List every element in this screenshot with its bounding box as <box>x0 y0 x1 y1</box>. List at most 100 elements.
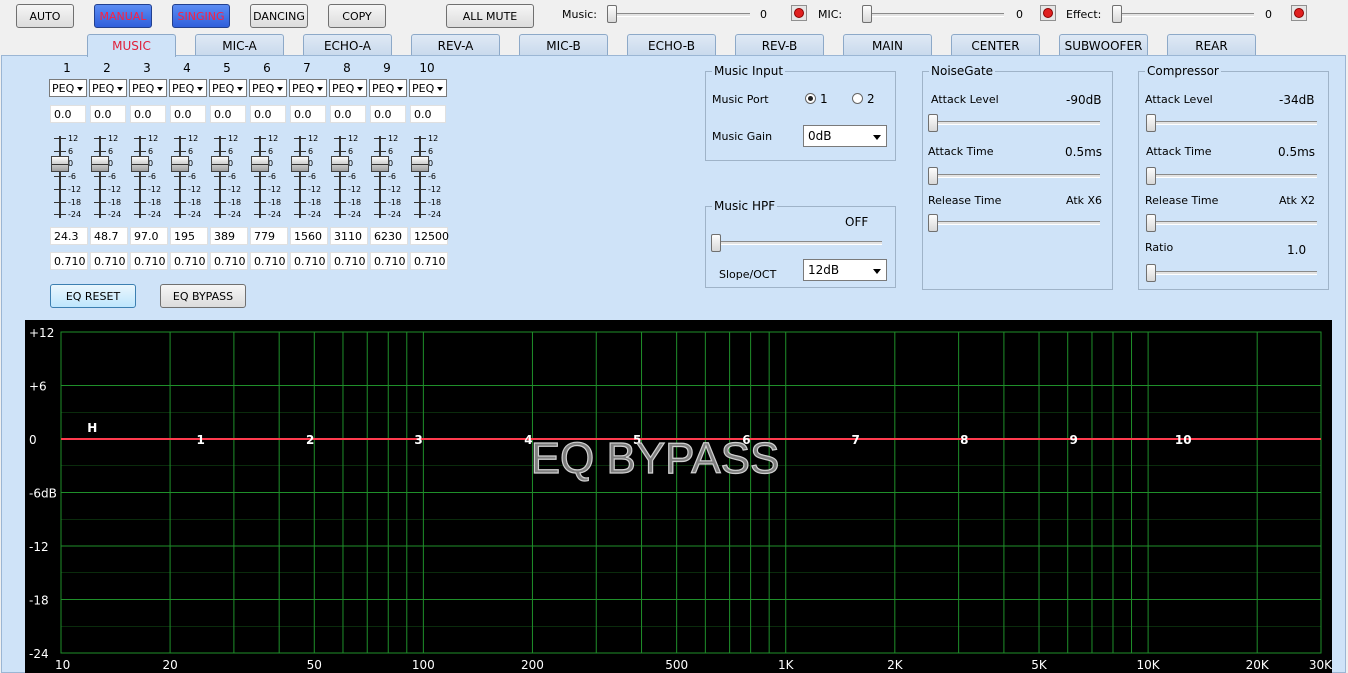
ng-attack-time-thumb[interactable] <box>928 167 938 185</box>
music-level-thumb[interactable] <box>607 5 617 23</box>
tab-main[interactable]: MAIN <box>843 34 932 56</box>
eq-freq-value[interactable]: 3110 <box>330 227 368 245</box>
effect-level-track[interactable] <box>1116 13 1254 17</box>
eq-fader-knob[interactable] <box>251 156 269 172</box>
mic-mute-icon[interactable] <box>1040 5 1056 21</box>
comp-attack-level-track[interactable] <box>1147 121 1317 125</box>
eq-freq-value[interactable]: 48.7 <box>90 227 128 245</box>
eq-fader-knob[interactable] <box>411 156 429 172</box>
eq-freq-value[interactable]: 779 <box>250 227 288 245</box>
eq-gain-value[interactable]: 0.0 <box>210 105 246 123</box>
effect-level-thumb[interactable] <box>1112 5 1122 23</box>
eq-filter-type-select[interactable]: PEQ <box>89 79 127 97</box>
tab-mic-b[interactable]: MIC-B <box>519 34 608 56</box>
eq-q-value[interactable]: 0.710 <box>50 252 88 270</box>
eq-freq-value[interactable]: 195 <box>170 227 208 245</box>
music-port-radio-1[interactable] <box>805 93 816 104</box>
eq-gain-value[interactable]: 0.0 <box>50 105 86 123</box>
comp-attack-time-thumb[interactable] <box>1146 167 1156 185</box>
eq-q-value[interactable]: 0.710 <box>410 252 448 270</box>
eq-gain-fader[interactable]: 12 6 0 -6 -12 -18 -24 <box>370 132 406 222</box>
comp-ratio-thumb[interactable] <box>1146 264 1156 282</box>
all-mute-button[interactable]: ALL MUTE <box>446 4 534 28</box>
eq-q-value[interactable]: 0.710 <box>130 252 168 270</box>
tab-rear[interactable]: REAR <box>1167 34 1256 56</box>
eq-fader-knob[interactable] <box>291 156 309 172</box>
eq-gain-value[interactable]: 0.0 <box>370 105 406 123</box>
eq-gain-fader[interactable]: 12 6 0 -6 -12 -18 -24 <box>410 132 446 222</box>
slope-select[interactable]: 12dB <box>803 259 887 281</box>
singing-button[interactable]: SINGING <box>172 4 230 28</box>
eq-gain-fader[interactable]: 12 6 0 -6 -12 -18 -24 <box>90 132 126 222</box>
eq-gain-value[interactable]: 0.0 <box>170 105 206 123</box>
eq-filter-type-select[interactable]: PEQ <box>169 79 207 97</box>
eq-freq-value[interactable]: 97.0 <box>130 227 168 245</box>
manual-button[interactable]: MANUAL <box>94 4 152 28</box>
ng-attack-time-track[interactable] <box>930 174 1100 178</box>
auto-button[interactable]: AUTO <box>16 4 74 28</box>
eq-gain-fader[interactable]: 12 6 0 -6 -12 -18 -24 <box>210 132 246 222</box>
music-hpf-track[interactable] <box>712 241 882 245</box>
ng-attack-level-track[interactable] <box>930 121 1100 125</box>
eq-gain-value[interactable]: 0.0 <box>410 105 446 123</box>
eq-filter-type-select[interactable]: PEQ <box>369 79 407 97</box>
eq-gain-value[interactable]: 0.0 <box>290 105 326 123</box>
music-level-track[interactable] <box>612 13 750 17</box>
eq-freq-value[interactable]: 12500 <box>410 227 449 245</box>
tab-music[interactable]: MUSIC <box>87 34 176 57</box>
eq-gain-fader[interactable]: 12 6 0 -6 -12 -18 -24 <box>250 132 286 222</box>
eq-gain-fader[interactable]: 12 6 0 -6 -12 -18 -24 <box>330 132 366 222</box>
eq-q-value[interactable]: 0.710 <box>210 252 248 270</box>
eq-filter-type-select[interactable]: PEQ <box>129 79 167 97</box>
eq-gain-value[interactable]: 0.0 <box>330 105 366 123</box>
eq-filter-type-select[interactable]: PEQ <box>409 79 447 97</box>
eq-gain-value[interactable]: 0.0 <box>90 105 126 123</box>
eq-filter-type-select[interactable]: PEQ <box>49 79 87 97</box>
eq-gain-fader[interactable]: 12 6 0 -6 -12 -18 -24 <box>50 132 86 222</box>
eq-fader-knob[interactable] <box>51 156 69 172</box>
eq-filter-type-select[interactable]: PEQ <box>329 79 367 97</box>
eq-filter-type-select[interactable]: PEQ <box>249 79 287 97</box>
eq-q-value[interactable]: 0.710 <box>90 252 128 270</box>
eq-fader-knob[interactable] <box>211 156 229 172</box>
eq-freq-value[interactable]: 389 <box>210 227 248 245</box>
eq-gain-value[interactable]: 0.0 <box>130 105 166 123</box>
dancing-button[interactable]: DANCING <box>250 4 308 28</box>
eq-fader-knob[interactable] <box>171 156 189 172</box>
music-mute-icon[interactable] <box>791 5 807 21</box>
comp-attack-level-thumb[interactable] <box>1146 114 1156 132</box>
eq-filter-type-select[interactable]: PEQ <box>289 79 327 97</box>
tab-echo-a[interactable]: ECHO-A <box>303 34 392 56</box>
eq-freq-value[interactable]: 24.3 <box>50 227 88 245</box>
comp-release-time-track[interactable] <box>1147 221 1317 225</box>
comp-attack-time-track[interactable] <box>1147 174 1317 178</box>
eq-freq-value[interactable]: 1560 <box>290 227 328 245</box>
ng-release-time-thumb[interactable] <box>928 214 938 232</box>
eq-q-value[interactable]: 0.710 <box>330 252 368 270</box>
eq-filter-type-select[interactable]: PEQ <box>209 79 247 97</box>
music-gain-select[interactable]: 0dB <box>803 125 887 147</box>
music-port-radio-2[interactable] <box>852 93 863 104</box>
eq-reset-button[interactable]: EQ RESET <box>50 284 136 308</box>
tab-echo-b[interactable]: ECHO-B <box>627 34 716 56</box>
eq-fader-knob[interactable] <box>91 156 109 172</box>
eq-response-graph[interactable]: +12 +6 0 -6dB -12 -18 -24 10 20 50 100 200 500 1K 2K 5K… <box>25 320 1333 673</box>
music-hpf-thumb[interactable] <box>711 234 721 252</box>
tab-rev-b[interactable]: REV-B <box>735 34 824 56</box>
tab-mic-a[interactable]: MIC-A <box>195 34 284 56</box>
comp-release-time-thumb[interactable] <box>1146 214 1156 232</box>
eq-gain-value[interactable]: 0.0 <box>250 105 286 123</box>
eq-fader-knob[interactable] <box>371 156 389 172</box>
eq-q-value[interactable]: 0.710 <box>170 252 208 270</box>
mic-level-track[interactable] <box>866 13 1004 17</box>
eq-bypass-button[interactable]: EQ BYPASS <box>160 284 246 308</box>
eq-fader-knob[interactable] <box>331 156 349 172</box>
mic-level-thumb[interactable] <box>862 5 872 23</box>
effect-mute-icon[interactable] <box>1291 5 1307 21</box>
eq-q-value[interactable]: 0.710 <box>370 252 408 270</box>
eq-gain-fader[interactable]: 12 6 0 -6 -12 -18 -24 <box>290 132 326 222</box>
ng-attack-level-thumb[interactable] <box>928 114 938 132</box>
tab-center[interactable]: CENTER <box>951 34 1040 56</box>
eq-q-value[interactable]: 0.710 <box>290 252 328 270</box>
tab-subwoofer[interactable]: SUBWOOFER <box>1059 34 1148 56</box>
